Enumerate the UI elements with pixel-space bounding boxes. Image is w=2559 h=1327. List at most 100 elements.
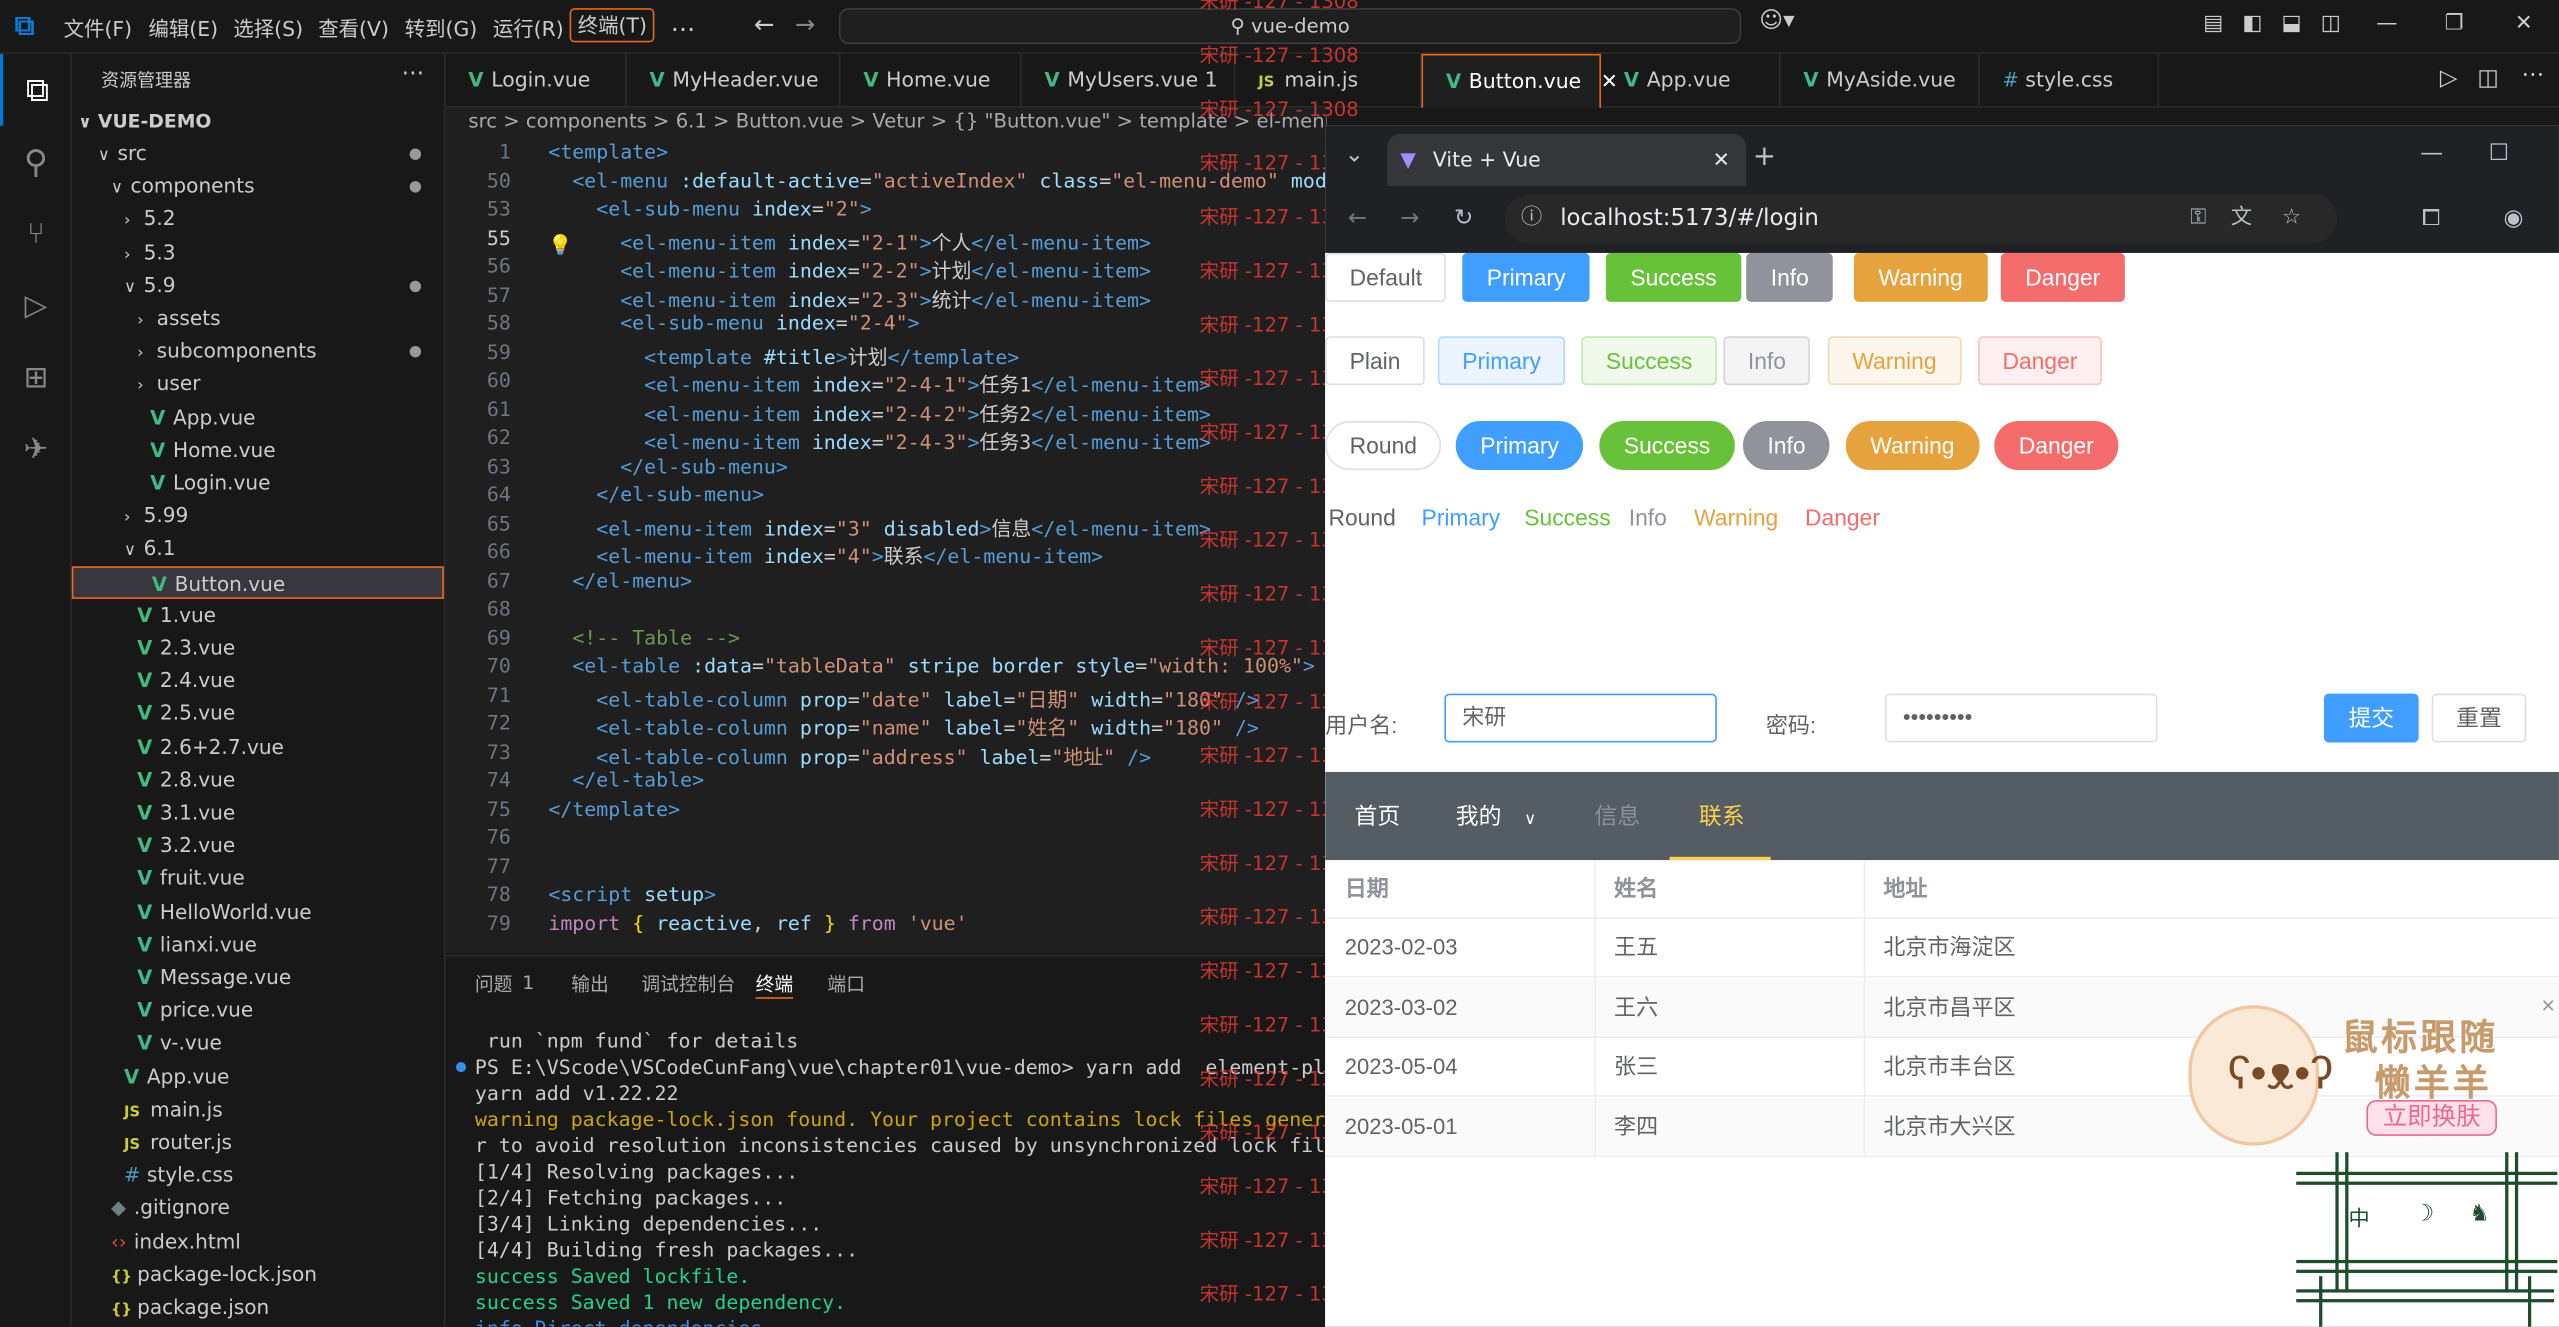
panel-tab[interactable]: 输出 <box>571 971 609 997</box>
nav-item-contact[interactable]: 联系 <box>1669 772 1771 861</box>
warning-button[interactable]: Warning <box>1694 494 1778 543</box>
back-arrow-icon[interactable]: ← <box>754 10 775 39</box>
close-tab-icon[interactable]: ✕ <box>1713 134 1730 186</box>
plain-button[interactable]: Plain <box>1325 336 1425 386</box>
code-line[interactable]: <el-menu-item index="2-4-1">任务1</el-menu… <box>548 369 1211 398</box>
success-button[interactable]: Success <box>1599 421 1735 471</box>
tree-item[interactable]: V 2.6+2.7.vue <box>72 730 444 763</box>
editor-tab[interactable]: V Login.vue <box>446 53 627 108</box>
tree-item[interactable]: › user <box>72 368 444 401</box>
more-actions-icon[interactable]: ⋯ <box>2521 62 2544 88</box>
breadcrumb[interactable]: src > components > 6.1 > Button.vue > Ve… <box>445 107 1327 138</box>
nav-item-home[interactable]: 首页 <box>1355 772 1401 860</box>
danger-button[interactable]: Danger <box>1977 336 2102 386</box>
reload-icon[interactable]: ↻ <box>1454 206 1473 232</box>
tree-item[interactable]: V App.vue <box>72 401 444 434</box>
layout-customize-icon[interactable]: ▤ <box>2203 11 2223 35</box>
code-editor[interactable]: 1 <template> 50 <el-menu :default-active="… <box>445 137 1327 954</box>
tree-item[interactable]: JS main.js <box>72 1093 444 1126</box>
primary-button[interactable]: Primary <box>1462 252 1590 302</box>
tree-item[interactable]: V Login.vue <box>72 467 444 500</box>
password-key-icon[interactable]: ⚿ <box>2190 194 2206 243</box>
run-icon[interactable]: ▷ <box>2440 65 2458 91</box>
danger-button[interactable]: Danger <box>1994 421 2119 471</box>
toggle-sidebar-icon[interactable]: ◧ <box>2242 11 2262 35</box>
editor-tab[interactable]: V Home.vue <box>840 53 1022 108</box>
translate-icon[interactable]: 文 <box>2231 194 2252 243</box>
code-line[interactable]: <script setup> <box>548 883 716 906</box>
tree-item[interactable]: # style.css <box>72 1159 444 1192</box>
danger-button[interactable]: Danger <box>2000 252 2125 302</box>
round-button[interactable]: Round <box>1328 494 1395 543</box>
tree-item[interactable]: {} package-lock.json <box>72 1258 444 1291</box>
tree-item[interactable]: V Message.vue <box>72 961 444 994</box>
submit-button[interactable]: 提交 <box>2323 693 2419 743</box>
editor-tab[interactable]: # style.css <box>1980 53 2160 108</box>
tree-item[interactable]: JS router.js <box>72 1126 444 1159</box>
editor-tab[interactable]: V App.vue <box>1601 53 1781 108</box>
info-button[interactable]: Info <box>1746 252 1834 302</box>
tab-search-icon[interactable]: ⌄ <box>1345 142 1364 168</box>
code-line[interactable]: <el-menu-item index="4">联系</el-menu-item… <box>548 540 1103 569</box>
code-line[interactable]: </template> <box>548 797 680 820</box>
tree-item[interactable]: V 2.8.vue <box>72 763 444 796</box>
tree-item[interactable]: V 3.1.vue <box>72 796 444 829</box>
menu-item-5[interactable]: 运行(R) <box>493 11 564 42</box>
ad-widget[interactable]: ✕ ʕ•ᴥ•ʔ 鼠标跟随 懒羊羊 立即换肤 <box>2182 996 2559 1159</box>
tree-item[interactable]: Vfruit.vue <box>72 862 444 895</box>
code-line[interactable]: <template #title>计划</template> <box>548 340 1019 369</box>
calendar-widget[interactable]: 中 ☽ ♞ <box>2296 1152 2558 1293</box>
code-line[interactable]: <el-table-column prop="name" label="姓名" … <box>548 712 1259 741</box>
tree-item[interactable]: › subcomponents <box>72 335 444 368</box>
menu-item-1[interactable]: 编辑(E) <box>149 11 219 42</box>
menu-item-2[interactable]: 选择(S) <box>233 11 303 42</box>
editor-tab[interactable]: V MyAside.vue <box>1781 53 1980 108</box>
code-line[interactable]: </el-sub-menu> <box>548 455 788 478</box>
code-line[interactable]: <template> <box>548 140 668 163</box>
address-bar[interactable]: ⓘ localhost:5173/#/login ⚿ 文 ☆ <box>1504 194 2338 244</box>
warning-button[interactable]: Warning <box>1827 336 1962 386</box>
tree-item[interactable]: V Home.vue <box>72 434 444 467</box>
menu-item-0[interactable]: 文件(F) <box>64 11 132 42</box>
panel-tab[interactable]: 调试控制台 <box>641 971 735 997</box>
source-control-icon[interactable]: ⑂ <box>0 197 72 269</box>
danger-button[interactable]: Danger <box>1805 494 1880 543</box>
tree-item[interactable]: › assets <box>72 302 444 335</box>
more-actions-icon[interactable]: ⋯ <box>401 60 424 86</box>
editor-tab[interactable]: V Button.vue ✕ <box>1421 53 1618 108</box>
round-button[interactable]: Round <box>1325 421 1442 471</box>
tree-item[interactable]: ∨ components <box>72 170 444 203</box>
code-line[interactable]: <el-sub-menu index="2-4"> <box>548 312 919 335</box>
restore-window-icon[interactable]: ❐ <box>2445 11 2464 35</box>
code-line[interactable]: <!-- Table --> <box>548 626 740 649</box>
maximize-browser-icon[interactable]: ☐ <box>2489 140 2510 166</box>
menu-item-6[interactable]: 终端(T) <box>569 8 656 43</box>
menu-item-3[interactable]: 查看(V) <box>318 11 389 42</box>
primary-button[interactable]: Primary <box>1437 336 1566 386</box>
tree-item[interactable]: › 5.99 <box>72 500 444 533</box>
tree-item[interactable]: V 3.2.vue <box>72 829 444 862</box>
tree-item[interactable]: V 2.3.vue <box>72 632 444 665</box>
tree-item[interactable]: {} package.json <box>72 1291 444 1324</box>
toggle-panel-icon[interactable]: ⬓ <box>2282 11 2302 35</box>
tree-item[interactable]: Vprice.vue <box>72 994 444 1027</box>
code-line[interactable]: </el-table> <box>548 769 704 792</box>
tree-item[interactable]: V App.vue <box>72 1060 444 1093</box>
profile-icon[interactable]: ◉ <box>2503 206 2523 232</box>
browser-tab[interactable]: ▼ Vite + Vue ✕ <box>1387 133 1747 187</box>
code-line[interactable]: <el-menu-item index="2-3">统计</el-menu-it… <box>548 283 1151 312</box>
code-line[interactable]: <el-menu-item index="2-1">个人</el-menu-it… <box>548 226 1151 255</box>
code-line[interactable]: <el-menu-item index="2-4-2">任务2</el-menu… <box>548 397 1211 426</box>
close-window-icon[interactable]: ✕ <box>2515 11 2533 35</box>
code-line[interactable]: <el-table-column prop="date" label="日期" … <box>548 683 1259 712</box>
code-line[interactable]: <el-menu-item index="2-4-3">任务3</el-menu… <box>548 426 1211 455</box>
more-menu-icon[interactable]: … <box>671 8 695 37</box>
code-line[interactable]: <el-sub-menu index="2"> <box>548 197 871 220</box>
tree-item[interactable]: ◆ .gitignore <box>72 1192 444 1225</box>
workspace-root[interactable]: ∨ VUE-DEMO <box>72 104 444 137</box>
primary-button[interactable]: Primary <box>1421 494 1500 543</box>
extensions-icon[interactable]: ⊞ <box>0 341 72 413</box>
code-line[interactable]: </el-sub-menu> <box>548 483 764 506</box>
toggle-secondary-sidebar-icon[interactable]: ◫ <box>2321 11 2341 35</box>
default-button[interactable]: Default <box>1325 252 1447 302</box>
